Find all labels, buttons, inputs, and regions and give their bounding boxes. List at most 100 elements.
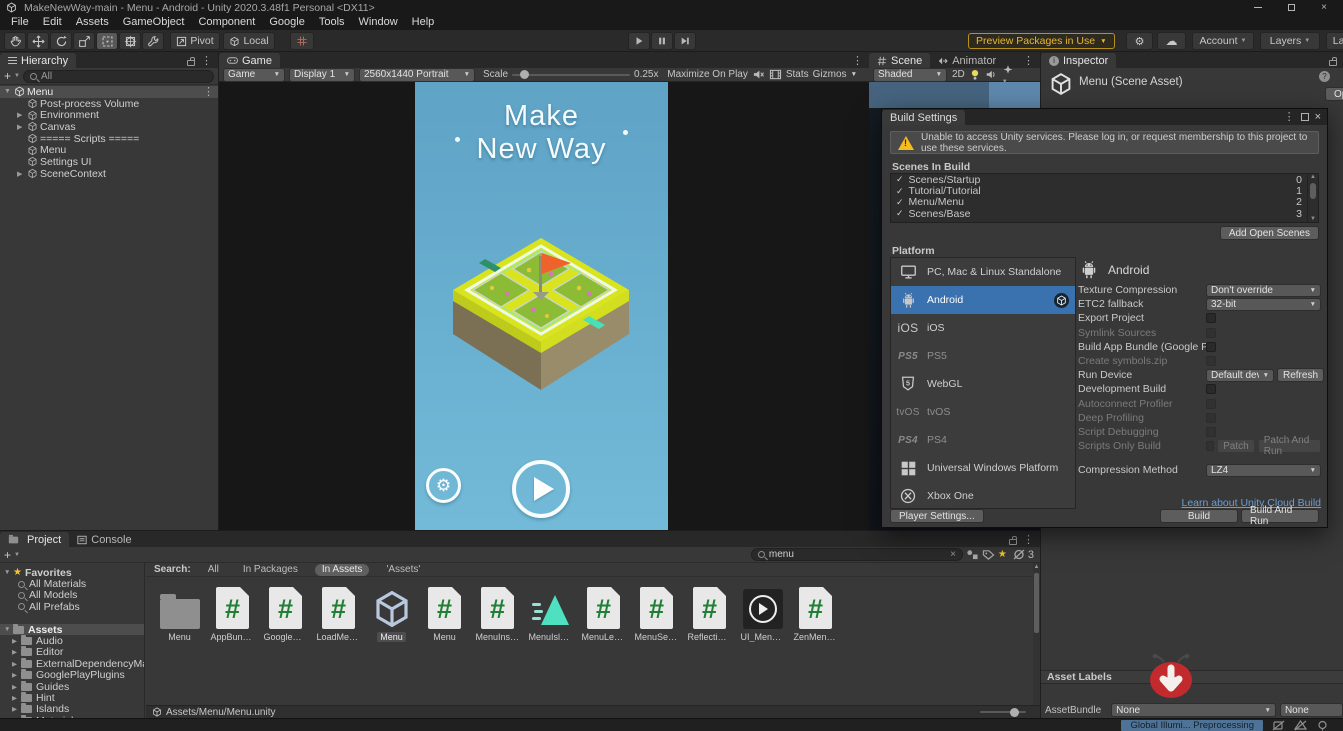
tab-animator[interactable]: Animator bbox=[930, 53, 1004, 68]
search-by-type-icon[interactable] bbox=[966, 549, 979, 560]
hierarchy-item-menu[interactable]: ▼ Menu⋮ bbox=[0, 86, 218, 98]
asset-menusetti-script[interactable]: #MenuSetti... bbox=[631, 583, 682, 642]
network-status-icon[interactable] bbox=[1294, 720, 1307, 731]
pause-button[interactable] bbox=[651, 32, 673, 50]
close-button[interactable]: × bbox=[1311, 1, 1337, 14]
panel-menu-icon[interactable]: ⋮ bbox=[201, 56, 212, 66]
asset-appbundle-script[interactable]: #AppBundle... bbox=[207, 583, 258, 642]
asset-reflection-script[interactable]: #Reflection... bbox=[684, 583, 735, 642]
platform-universal-windows-platform[interactable]: Universal Windows Platform bbox=[891, 454, 1075, 482]
expand-arrow-icon[interactable]: ▶ bbox=[12, 694, 21, 702]
hierarchy-item-scripts[interactable]: ===== Scripts ===== bbox=[0, 133, 218, 145]
build-and-run-button[interactable]: Build And Run bbox=[1241, 509, 1319, 523]
platform-webgl[interactable]: 5WebGL bbox=[891, 370, 1075, 398]
2d-toggle[interactable]: 2D bbox=[952, 69, 965, 80]
activity-status-icon[interactable] bbox=[1316, 720, 1329, 731]
layers-dropdown[interactable]: Layers▼ bbox=[1260, 32, 1320, 50]
option-checkbox[interactable] bbox=[1206, 356, 1216, 366]
settings-gear-button[interactable]: ⚙ bbox=[426, 468, 461, 503]
asset-menu-script[interactable]: #Menu bbox=[419, 583, 470, 642]
favorite-all-models[interactable]: All Models bbox=[0, 590, 144, 601]
lock-icon[interactable] bbox=[187, 60, 195, 66]
scale-tool[interactable] bbox=[73, 32, 95, 50]
hierarchy-item-settings-ui[interactable]: Settings UI bbox=[0, 156, 218, 168]
patch-button[interactable]: Patch bbox=[1217, 439, 1255, 453]
option-checkbox[interactable] bbox=[1206, 328, 1216, 338]
option-checkbox[interactable] bbox=[1206, 399, 1216, 409]
option-checkbox[interactable] bbox=[1206, 313, 1216, 323]
move-tool[interactable] bbox=[27, 32, 49, 50]
scene-in-build-scenes-base[interactable]: ✓ Scenes/Base 3 bbox=[891, 208, 1318, 219]
resolution-dropdown[interactable]: 2560x1440 Portrait▼ bbox=[359, 68, 475, 82]
expand-arrow-icon[interactable]: ▶ bbox=[17, 111, 27, 119]
rect-tool[interactable] bbox=[96, 32, 118, 50]
platform-pc-mac-linux-standalone[interactable]: PC, Mac & Linux Standalone bbox=[891, 258, 1075, 286]
expand-arrow-icon[interactable]: ▼ bbox=[4, 88, 14, 95]
menu-help[interactable]: Help bbox=[405, 15, 442, 30]
stats-button[interactable]: Stats bbox=[786, 69, 809, 80]
favorite-all-prefabs[interactable]: All Prefabs bbox=[0, 601, 144, 612]
gizmos-dropdown[interactable]: Gizmos▼ bbox=[813, 69, 857, 80]
refresh-button[interactable]: Refresh bbox=[1277, 368, 1324, 382]
expand-arrow-icon[interactable]: ▶ bbox=[17, 170, 27, 178]
favorite-all-materials[interactable]: All Materials bbox=[0, 578, 144, 589]
hand-tool[interactable] bbox=[4, 32, 26, 50]
scene-in-build-tutorial-tutorial[interactable]: ✓ Tutorial/Tutorial 1 bbox=[891, 185, 1318, 196]
icon-size-slider[interactable] bbox=[980, 711, 1026, 713]
hierarchy-item-menu[interactable]: Menu bbox=[0, 144, 218, 156]
asset-menuisland-island[interactable]: MenuIsland bbox=[525, 583, 576, 642]
scale-slider[interactable] bbox=[512, 74, 630, 76]
menu-file[interactable]: File bbox=[4, 15, 36, 30]
save-search-icon[interactable]: ★ bbox=[998, 549, 1007, 560]
project-tree-scrollbar[interactable]: ▲▼ bbox=[1033, 563, 1040, 718]
layout-dropdown[interactable]: Layout▼ bbox=[1326, 32, 1343, 50]
hierarchy-item-canvas[interactable]: ▶ Canvas bbox=[0, 121, 218, 133]
account-dropdown[interactable]: Account▼ bbox=[1192, 32, 1254, 50]
hierarchy-search-input[interactable]: All bbox=[23, 70, 214, 83]
scene-list-scrollbar[interactable]: ▲▼ bbox=[1307, 174, 1318, 222]
platform-xbox-one[interactable]: Xbox One bbox=[891, 482, 1075, 509]
scene-checkbox[interactable]: ✓ bbox=[896, 197, 904, 208]
platform-ios[interactable]: iOSiOS bbox=[891, 314, 1075, 342]
lock-icon[interactable] bbox=[1329, 60, 1337, 66]
asset-menulevel-script[interactable]: #MenuLevel... bbox=[578, 583, 629, 642]
lighting-toggle-icon[interactable] bbox=[970, 69, 980, 81]
hierarchy-item-scenecontext[interactable]: ▶ SceneContext bbox=[0, 168, 218, 180]
option-checkbox[interactable] bbox=[1206, 441, 1214, 451]
create-dropdown-icon[interactable]: ▼ bbox=[14, 552, 20, 558]
expand-arrow-icon[interactable]: ▶ bbox=[12, 648, 21, 656]
scene-in-build-scenes-startup[interactable]: ✓ Scenes/Startup 0 bbox=[891, 174, 1318, 185]
help-icon[interactable]: ? bbox=[1319, 71, 1330, 82]
tab-project[interactable]: Project bbox=[0, 532, 69, 547]
folder-externaldependencymana[interactable]: ▶ExternalDependencyMana bbox=[0, 658, 144, 669]
search-filter-assets[interactable]: 'Assets' bbox=[379, 564, 427, 576]
option-dropdown[interactable]: 32-bit▼ bbox=[1206, 298, 1321, 311]
scene-checkbox[interactable]: ✓ bbox=[896, 174, 904, 185]
custom-tools[interactable] bbox=[142, 32, 164, 50]
create-button[interactable]: + bbox=[4, 548, 11, 562]
game-mode-dropdown[interactable]: Game▼ bbox=[223, 68, 285, 82]
assetbundle-variant-dropdown[interactable]: None bbox=[1280, 703, 1343, 717]
menu-edit[interactable]: Edit bbox=[36, 15, 69, 30]
favorites-root[interactable]: ▼★Favorites bbox=[0, 567, 144, 578]
add-open-scenes-button[interactable]: Add Open Scenes bbox=[1220, 226, 1319, 240]
clear-search-icon[interactable]: × bbox=[950, 549, 956, 560]
expand-arrow-icon[interactable]: ▶ bbox=[12, 671, 21, 679]
expand-arrow-icon[interactable]: ▶ bbox=[12, 705, 21, 713]
patch-and-run-button[interactable]: Patch And Run bbox=[1258, 439, 1321, 453]
item-menu-icon[interactable]: ⋮ bbox=[203, 87, 214, 97]
folder-googleplayplugins[interactable]: ▶GooglePlayPlugins bbox=[0, 670, 144, 681]
search-filter-all[interactable]: All bbox=[201, 564, 226, 576]
option-dropdown[interactable]: Don't override▼ bbox=[1206, 284, 1321, 297]
expand-arrow-icon[interactable]: ▶ bbox=[12, 637, 21, 645]
grid-snapping-toggle[interactable] bbox=[290, 32, 314, 50]
tab-console[interactable]: Console bbox=[69, 532, 139, 547]
folder-guides[interactable]: ▶Guides bbox=[0, 681, 144, 692]
tab-scene[interactable]: Scene bbox=[869, 53, 930, 68]
tab-hierarchy[interactable]: Hierarchy bbox=[0, 53, 76, 68]
rotate-tool[interactable] bbox=[50, 32, 72, 50]
expand-arrow-icon[interactable]: ▶ bbox=[12, 660, 21, 668]
asset-menu-scene[interactable]: Menu bbox=[366, 583, 417, 642]
build-settings-titlebar[interactable]: Build Settings ⋮ × bbox=[882, 109, 1327, 125]
window-menu-icon[interactable]: ⋮ bbox=[1284, 112, 1295, 122]
